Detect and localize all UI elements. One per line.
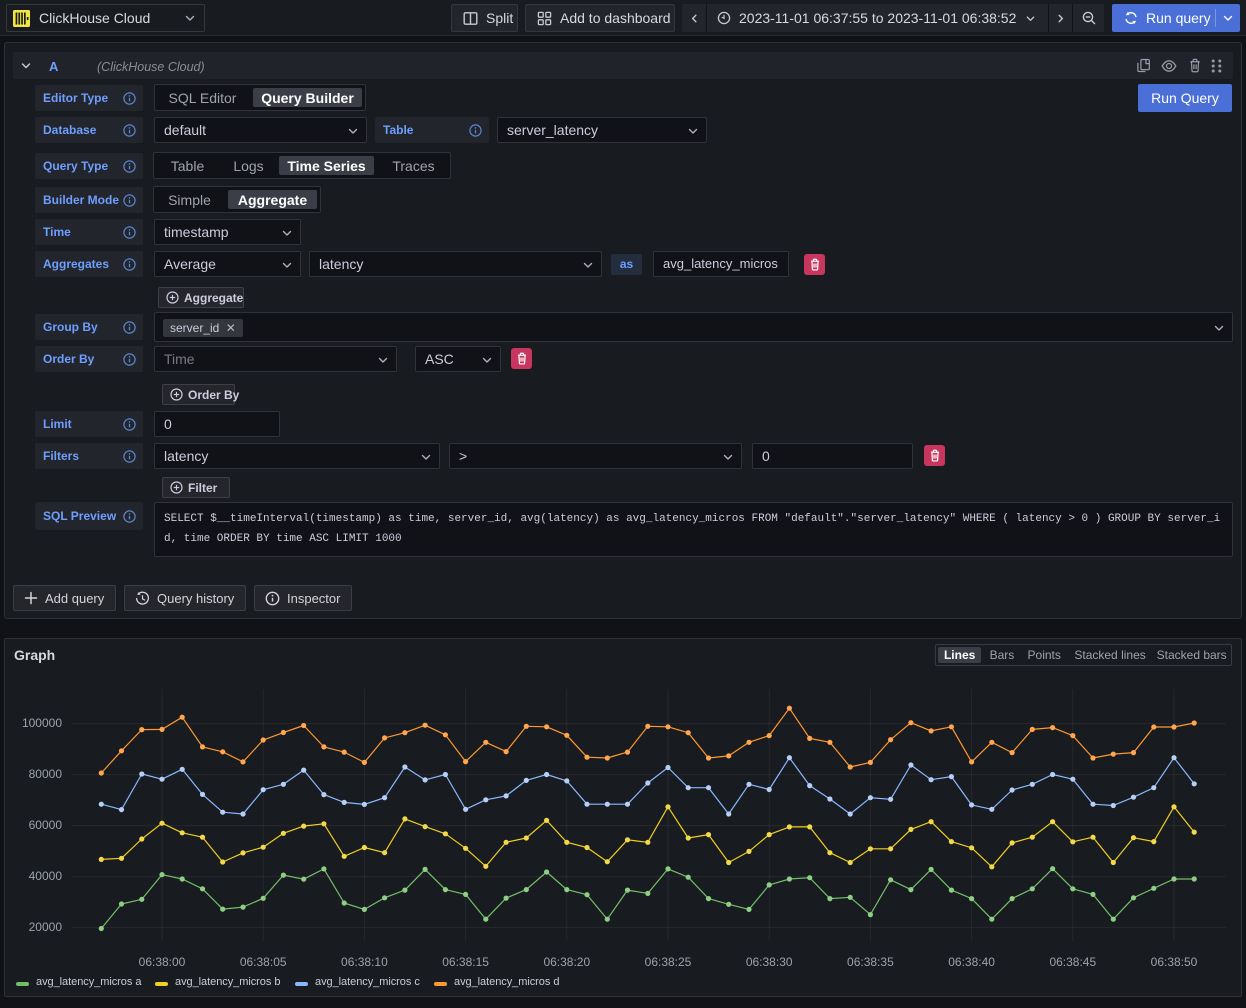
svg-text:20000: 20000 — [29, 920, 63, 934]
svg-text:06:38:10: 06:38:10 — [341, 955, 388, 969]
svg-text:60000: 60000 — [29, 818, 63, 832]
svg-text:06:38:35: 06:38:35 — [847, 955, 894, 969]
svg-text:06:38:05: 06:38:05 — [240, 955, 287, 969]
svg-text:06:38:25: 06:38:25 — [645, 955, 692, 969]
svg-text:40000: 40000 — [29, 869, 63, 883]
svg-text:100000: 100000 — [22, 716, 62, 730]
svg-text:06:38:15: 06:38:15 — [442, 955, 489, 969]
svg-text:06:38:20: 06:38:20 — [543, 955, 590, 969]
svg-text:06:38:45: 06:38:45 — [1049, 955, 1096, 969]
svg-text:06:38:30: 06:38:30 — [746, 955, 793, 969]
svg-text:06:38:40: 06:38:40 — [948, 955, 995, 969]
svg-text:80000: 80000 — [29, 767, 63, 781]
svg-text:06:38:00: 06:38:00 — [139, 955, 186, 969]
svg-text:06:38:50: 06:38:50 — [1151, 955, 1198, 969]
